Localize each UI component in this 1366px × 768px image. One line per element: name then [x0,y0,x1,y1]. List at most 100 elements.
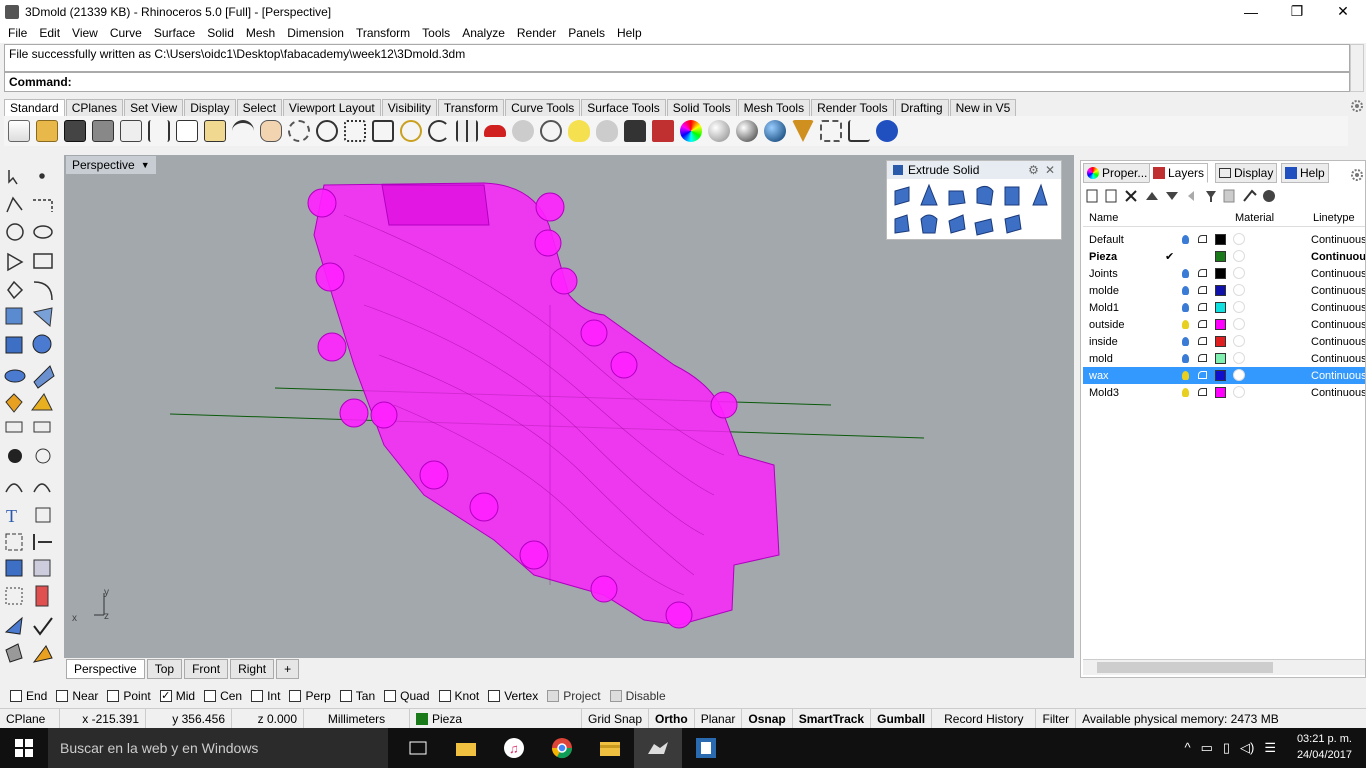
panel-close-icon[interactable]: ✕ [1045,163,1055,177]
status-layer[interactable]: Pieza [410,708,582,729]
layer-color-swatch[interactable] [1215,268,1226,279]
extrude-planar-icon[interactable] [894,186,910,206]
layer-color-swatch[interactable] [1215,336,1226,347]
osnap-checkbox[interactable] [547,690,560,702]
tab-set-view[interactable]: Set View [124,99,184,116]
osnap-mid[interactable]: ✓ Mid [159,689,195,703]
file-explorer-icon[interactable] [586,728,634,768]
osnap-checkbox[interactable] [384,690,397,702]
layer-linetype[interactable]: Continuous [1311,234,1365,246]
layer-visibility-bulb-icon[interactable] [1182,286,1189,295]
layer-linetype[interactable]: Continuous [1311,251,1365,263]
menu-dimension[interactable]: Dimension [281,26,350,40]
osnap-checkbox[interactable] [488,690,501,702]
osnap-checkbox[interactable] [438,690,451,702]
current-layer-check-icon[interactable]: ✔ [1165,250,1174,263]
col-material[interactable]: Material [1235,212,1274,224]
tab-surface-tools[interactable]: Surface Tools [581,99,666,116]
layer-linetype[interactable]: Continuous [1311,268,1365,280]
menu-mesh[interactable]: Mesh [240,26,281,40]
extrude-tapered-icon[interactable] [948,190,966,206]
viewport-tab-perspective[interactable]: Perspective [66,659,145,679]
command-scrollbar[interactable] [1350,44,1364,92]
layer-material-icon[interactable] [1233,335,1245,347]
osnap-point[interactable]: Point [107,689,151,703]
layer-row[interactable]: Default Continuous [1083,231,1365,248]
status-ortho[interactable]: Ortho [649,708,695,729]
layer-row[interactable]: mold Continuous [1083,350,1365,367]
layer-color-swatch[interactable] [1215,387,1226,398]
tab-curve-tools[interactable]: Curve Tools [505,99,581,116]
status-planar[interactable]: Planar [695,708,743,729]
tab-properties[interactable]: Proper... [1083,163,1152,183]
layer-material-icon[interactable] [1233,267,1245,279]
save-icon[interactable] [64,120,86,142]
status-gumball[interactable]: Gumball [871,708,933,729]
osnap-checkbox[interactable]: ✓ [159,690,172,702]
menu-help[interactable]: Help [611,26,648,40]
app-window-icon[interactable] [682,728,730,768]
layer-material-icon[interactable] [1233,250,1245,262]
layer-color-swatch[interactable] [1215,370,1226,381]
tray-chevron-icon[interactable]: ^ [1184,740,1190,756]
layer-row[interactable]: wax Continuous [1083,367,1365,384]
task-view-icon[interactable] [394,728,442,768]
move-left-icon[interactable] [1188,191,1194,201]
status-smarttrack[interactable]: SmartTrack [793,708,872,729]
viewport-tab-top[interactable]: Top [146,659,183,679]
print-icon[interactable] [92,120,114,142]
osnap-disable[interactable]: Disable [609,689,666,703]
layer-lock-icon[interactable] [1198,320,1207,328]
light-bulb-on-icon[interactable] [568,120,590,142]
layer-material-icon[interactable] [1233,301,1245,313]
zoom-extents-icon[interactable] [372,120,394,142]
panel-gear-icon[interactable]: ⚙ [1028,163,1039,177]
status-osnap[interactable]: Osnap [742,708,793,729]
move-down-icon[interactable] [1166,192,1178,200]
layer-row[interactable]: Mold3 Continuous [1083,384,1365,401]
osnap-checkbox[interactable] [56,690,69,702]
layer-color-swatch[interactable] [1215,302,1226,313]
zoom-icon[interactable] [316,120,338,142]
layer-material-icon[interactable] [1233,233,1245,245]
extrude-to-boundary-icon[interactable] [948,214,966,234]
layer-color-swatch[interactable] [1215,319,1226,330]
osnap-tan[interactable]: Tan [339,689,375,703]
osnap-checkbox[interactable] [609,690,622,702]
layer-lock-icon[interactable] [1198,337,1207,345]
new-sublayer-icon[interactable] [1105,189,1117,203]
tab-solid-tools[interactable]: Solid Tools [666,99,737,116]
menu-panels[interactable]: Panels [562,26,611,40]
tab-viewport-layout[interactable]: Viewport Layout [282,99,381,116]
extrude-slab-icon[interactable] [974,218,994,236]
menu-surface[interactable]: Surface [148,26,201,40]
layer-material-icon[interactable] [1233,369,1245,381]
light-bulb-off-icon[interactable] [596,120,618,142]
panel-settings-gear-icon[interactable] [1350,168,1364,182]
pan-hand-icon[interactable] [260,120,282,142]
viewport-title[interactable]: Perspective ▼ [66,156,156,174]
osnap-knot[interactable]: Knot [438,689,479,703]
chrome-icon[interactable] [538,728,586,768]
undo-view-icon[interactable] [428,120,450,142]
new-file-icon[interactable] [8,120,30,142]
status-record-history[interactable]: Record History [932,708,1037,729]
extrude-surface-point-icon[interactable] [1032,183,1048,206]
status-cplane[interactable]: CPlane [0,708,60,729]
layer-visibility-bulb-icon[interactable] [1182,235,1189,244]
layer-visibility-bulb-icon[interactable] [1182,303,1189,312]
layer-material-icon[interactable] [1233,386,1245,398]
layer-help-icon[interactable] [1263,190,1275,202]
osnap-cen[interactable]: Cen [204,689,242,703]
menu-tools[interactable]: Tools [416,26,456,40]
layer-visibility-bulb-icon[interactable] [1182,269,1189,278]
osnap-quad[interactable]: Quad [384,689,430,703]
layer-lock-icon[interactable] [1198,303,1207,311]
osnap-checkbox[interactable] [204,690,217,702]
maximize-button[interactable]: ❐ [1274,0,1320,23]
layer-row[interactable]: Mold1 Continuous [1083,299,1365,316]
tab-display[interactable]: Display [1215,163,1278,183]
osnap-checkbox[interactable] [107,690,120,702]
status-filter[interactable]: Filter [1036,708,1077,729]
undo-icon[interactable] [232,120,254,142]
